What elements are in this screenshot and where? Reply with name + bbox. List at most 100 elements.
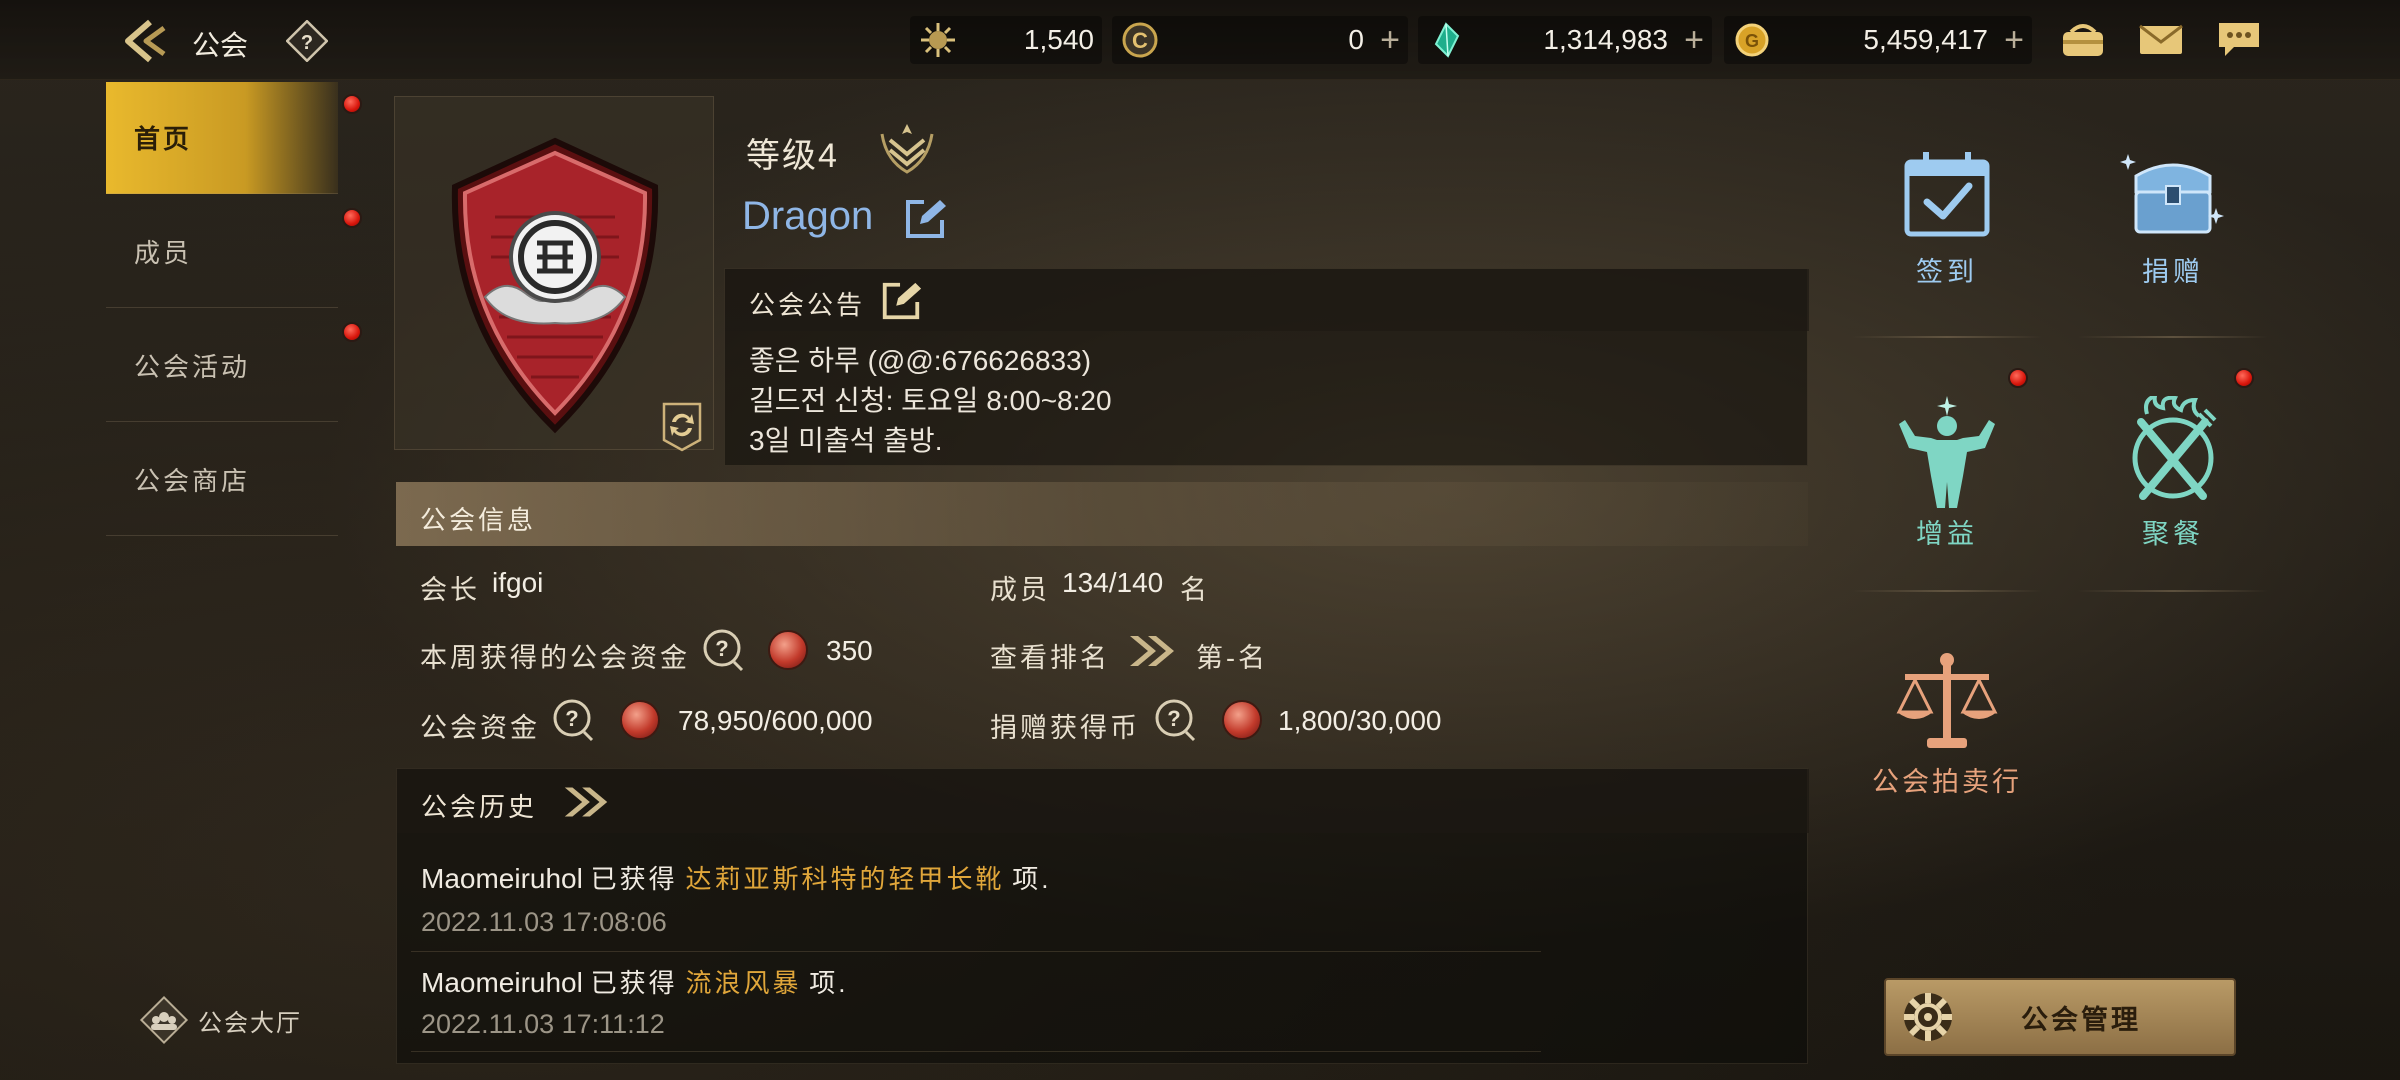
back-button[interactable] [118, 14, 172, 68]
notice-line: 길드전 신청: 토요일 8:00~8:20 [749, 385, 1112, 416]
add-c-coin-button[interactable]: + [1372, 20, 1408, 60]
feast-label: 聚餐 [2142, 519, 2204, 549]
donate-coin-help-button[interactable]: ? [1154, 698, 1198, 742]
divider [2078, 590, 2268, 592]
notification-badge [342, 94, 362, 114]
divider [1852, 336, 2042, 338]
notice-title: 公会公告 [749, 290, 866, 320]
guild-name: Dragon [742, 194, 874, 238]
history-more-button[interactable] [559, 781, 613, 823]
history-divider [411, 951, 1541, 952]
nav-guild-shop-label: 公会商店 [134, 466, 251, 496]
bag-button[interactable] [2056, 16, 2110, 64]
question-icon: ? [703, 629, 744, 672]
history-player: Maomeiruhol [421, 967, 583, 998]
edit-name-button[interactable] [902, 196, 948, 242]
guild-info-header: 公会信息 [396, 482, 1808, 546]
funds-label: 公会资金 [420, 713, 540, 743]
nav-guild-activity[interactable]: 公会活动 [106, 310, 338, 422]
resource-medals: 1,540 [910, 16, 1102, 64]
sun-medal-icon [918, 20, 958, 60]
resource-value: 1,540 [1023, 24, 1094, 55]
edit-notice-button[interactable] [879, 279, 923, 323]
guild-emblem-panel [394, 96, 714, 450]
donate-label: 捐赠 [2142, 257, 2204, 287]
resource-value: 0 [1348, 24, 1364, 55]
guild-history-panel: 公会历史 Maomeiruhol 已获得 达莉亚斯科特的轻甲长靴 项. 2022… [396, 768, 1809, 1064]
mail-button[interactable] [2134, 16, 2188, 64]
weekly-funds-label: 本周获得的公会资金 [420, 643, 690, 673]
members-value: 134/140 [1062, 567, 1164, 598]
edit-icon [882, 282, 922, 320]
guild-management-button[interactable]: 公会管理 [1884, 978, 2236, 1056]
history-time: 2022.11.03 17:11:12 [421, 1009, 665, 1039]
checkin-label: 签到 [1916, 257, 1978, 287]
history-suffix: 项. [809, 968, 849, 998]
guild-shield-emblem [451, 137, 659, 434]
svg-text:?: ? [565, 706, 578, 731]
svg-text:G: G [1745, 31, 1759, 51]
auction-house-button[interactable]: 公会拍卖行 [1842, 650, 2052, 870]
change-emblem-button[interactable] [658, 400, 706, 454]
nav-members[interactable]: 成员 [106, 196, 338, 308]
add-gold-button[interactable]: + [1996, 20, 2032, 60]
chat-icon [2219, 23, 2259, 56]
history-item: 流浪风暴 [685, 968, 802, 998]
history-item: 达莉亚斯科特的轻甲长靴 [685, 864, 1005, 894]
green-crystal-icon [1426, 20, 1466, 60]
history-entry: Maomeiruhol 已获得 达莉亚斯科特的轻甲长靴 项. [421, 859, 1051, 896]
resource-value: 5,459,417 [1863, 24, 1988, 55]
question-icon: ? [553, 699, 594, 742]
back-arrow-icon [125, 19, 166, 63]
question-icon: ? [1155, 699, 1196, 742]
notice-text: 좋은 하루 (@@:676626833) 길드전 신청: 토요일 8:00~8:… [749, 341, 1112, 461]
notification-badge [342, 208, 362, 228]
buff-label: 增益 [1916, 519, 1978, 549]
guild-hall-icon [139, 995, 189, 1045]
gear-icon [1904, 993, 1952, 1041]
feast-button[interactable]: 聚餐 [2068, 396, 2278, 616]
guild-hall-button[interactable]: 公会大厅 [136, 990, 336, 1050]
history-time: 2022.11.03 17:08:06 [421, 907, 667, 937]
notification-badge [2234, 368, 2254, 388]
members-unit: 名 [1180, 575, 1210, 605]
history-action: 已获得 [590, 864, 678, 894]
notice-line: 3일 미출석 출방. [749, 425, 943, 456]
bag-icon [2063, 24, 2103, 56]
svg-text:?: ? [715, 636, 728, 661]
leader-label: 会长 [420, 575, 480, 605]
nav-guild-activity-label: 公会活动 [134, 352, 251, 382]
buff-button[interactable]: 增益 [1842, 396, 2052, 616]
history-divider [411, 1051, 1541, 1052]
history-action: 已获得 [590, 968, 678, 998]
weekly-funds-help-button[interactable]: ? [702, 628, 746, 672]
leader-value: ifgoi [492, 567, 544, 598]
view-rank-button[interactable] [1124, 630, 1180, 672]
notification-badge [342, 322, 362, 342]
weekly-funds-value: 350 [826, 635, 873, 666]
history-title: 公会历史 [421, 792, 538, 822]
guild-notice-panel: 公会公告 좋은 하루 (@@:676626833) 길드전 신청: 토요일 8:… [724, 268, 1809, 466]
nav-guild-shop[interactable]: 公会商店 [106, 424, 338, 536]
svg-text:?: ? [1167, 706, 1180, 731]
history-suffix: 项. [1012, 864, 1052, 894]
double-chevron-icon [1130, 636, 1174, 666]
funds-help-button[interactable]: ? [552, 698, 596, 742]
guild-management-label: 公会管理 [2021, 1004, 2141, 1035]
guild-coin-icon [620, 700, 660, 740]
guild-level: 等级4 [746, 137, 839, 175]
chat-button[interactable] [2212, 16, 2266, 64]
swap-icon [662, 402, 702, 452]
add-crystal-button[interactable]: + [1676, 20, 1712, 60]
help-button[interactable]: ? [285, 19, 329, 63]
divider [2078, 336, 2268, 338]
svg-text:C: C [1132, 28, 1148, 53]
history-entry: Maomeiruhol 已获得 流浪风暴 项. [421, 963, 848, 1000]
question-icon: ? [285, 19, 329, 63]
guild-coin-icon [768, 630, 808, 670]
edit-icon [906, 200, 946, 238]
level-rank-icon [876, 120, 938, 176]
calendar-check-icon [1904, 152, 1990, 237]
nav-home[interactable]: 首页 [106, 82, 338, 194]
members-label: 成员 [990, 575, 1050, 605]
